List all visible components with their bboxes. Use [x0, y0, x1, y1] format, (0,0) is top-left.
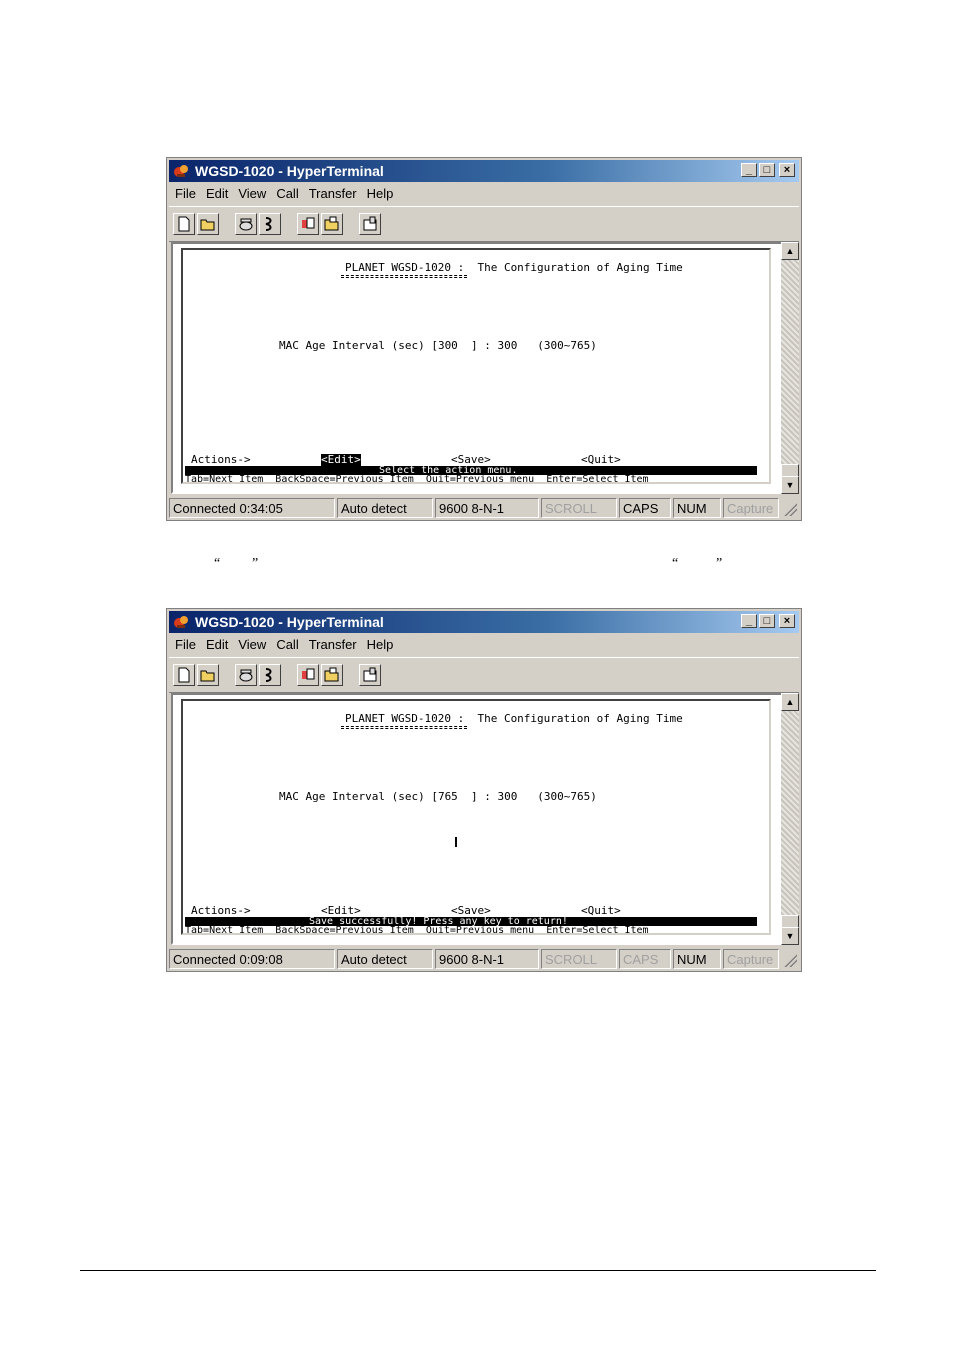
terminal-screen[interactable]: PLANET WGSD-1020 : The Configuration of …: [181, 699, 771, 935]
actions-label: Actions->: [191, 453, 251, 466]
disconnect-icon[interactable]: [259, 213, 281, 235]
menu-help[interactable]: Help: [367, 637, 394, 652]
caps-indicator: CAPS: [619, 498, 671, 518]
close-button[interactable]: ×: [779, 614, 795, 628]
terminal-frame: PLANET WGSD-1020 : The Configuration of …: [171, 242, 799, 494]
open-quote-2: “: [672, 556, 679, 571]
menu-help[interactable]: Help: [367, 186, 394, 201]
receive-file-icon[interactable]: [321, 213, 343, 235]
menu-call[interactable]: Call: [276, 637, 298, 652]
edit-action[interactable]: <Edit>: [321, 454, 361, 466]
resize-grip-icon[interactable]: [783, 953, 797, 967]
menu-file[interactable]: File: [175, 637, 196, 652]
minimize-button[interactable]: _: [741, 163, 757, 177]
window-title: WGSD-1020 - HyperTerminal: [195, 614, 384, 630]
send-file-icon[interactable]: [297, 664, 319, 686]
text-cursor-icon: [455, 837, 457, 847]
resize-grip-icon[interactable]: [783, 502, 797, 516]
close-quote-1: ”: [252, 556, 259, 571]
scroll-down-icon[interactable]: ▼: [781, 476, 799, 494]
status-bar: Connected 0:34:05 Auto detect 9600 8-N-1…: [169, 498, 799, 520]
hyperterminal-app-icon: [174, 616, 188, 628]
hyperterminal-app-icon: [174, 165, 188, 177]
call-phone-icon[interactable]: [235, 213, 257, 235]
caps-indicator: CAPS: [619, 949, 671, 969]
title-bar[interactable]: WGSD-1020 - HyperTerminal _ □ ×: [169, 160, 799, 182]
header-underline-2: [341, 728, 467, 729]
connected-time: Connected 0:09:08: [169, 949, 335, 969]
new-file-icon[interactable]: [173, 213, 195, 235]
properties-icon[interactable]: [359, 664, 381, 686]
connected-time: Connected 0:34:05: [169, 498, 335, 518]
disconnect-icon[interactable]: [259, 664, 281, 686]
header-underline: [341, 275, 467, 276]
footer-rule: [80, 1270, 876, 1271]
maximize-button[interactable]: □: [759, 614, 775, 628]
quit-action[interactable]: <Quit>: [581, 454, 621, 466]
terminal-header: PLANET WGSD-1020 : The Configuration of …: [345, 261, 683, 274]
quit-action[interactable]: <Quit>: [581, 905, 621, 917]
auto-detect: Auto detect: [337, 949, 433, 969]
hyperterminal-window-2: WGSD-1020 - HyperTerminal _ □ × File Edit…: [166, 608, 802, 972]
capture-indicator: Capture: [723, 498, 779, 518]
terminal-frame: PLANET WGSD-1020 : The Configuration of …: [171, 693, 799, 945]
menu-transfer[interactable]: Transfer: [309, 637, 357, 652]
capture-indicator: Capture: [723, 949, 779, 969]
title-bar[interactable]: WGSD-1020 - HyperTerminal _ □ ×: [169, 611, 799, 633]
new-file-icon[interactable]: [173, 664, 195, 686]
toolbar: [169, 657, 799, 693]
menu-call[interactable]: Call: [276, 186, 298, 201]
scroll-indicator: SCROLL: [541, 498, 617, 518]
call-phone-icon[interactable]: [235, 664, 257, 686]
menu-bar: File Edit View Call Transfer Help: [171, 184, 399, 204]
open-quote-1: “: [214, 556, 221, 571]
header-underline-2: [341, 277, 467, 278]
terminal-screen[interactable]: PLANET WGSD-1020 : The Configuration of …: [181, 248, 771, 484]
vertical-scrollbar[interactable]: ▲ ▼: [781, 693, 799, 945]
mac-age-interval-line: MAC Age Interval (sec) [300 ] : 300 (300…: [279, 339, 597, 352]
menu-transfer[interactable]: Transfer: [309, 186, 357, 201]
open-folder-icon[interactable]: [197, 213, 219, 235]
close-button[interactable]: ×: [779, 163, 795, 177]
menu-view[interactable]: View: [238, 637, 266, 652]
open-folder-icon[interactable]: [197, 664, 219, 686]
close-quote-2: ”: [716, 556, 723, 571]
send-file-icon[interactable]: [297, 213, 319, 235]
help-line: Tab=Next Item BackSpace=Previous Item Qu…: [185, 474, 649, 484]
menu-edit[interactable]: Edit: [206, 186, 228, 201]
mac-age-interval-line: MAC Age Interval (sec) [765 ] : 300 (300…: [279, 790, 597, 803]
port-settings: 9600 8-N-1: [435, 949, 539, 969]
window-title: WGSD-1020 - HyperTerminal: [195, 163, 384, 179]
auto-detect: Auto detect: [337, 498, 433, 518]
terminal-header: PLANET WGSD-1020 : The Configuration of …: [345, 712, 683, 725]
minimize-button[interactable]: _: [741, 614, 757, 628]
menu-file[interactable]: File: [175, 186, 196, 201]
actions-label: Actions->: [191, 904, 251, 917]
menu-edit[interactable]: Edit: [206, 637, 228, 652]
menu-view[interactable]: View: [238, 186, 266, 201]
num-indicator: NUM: [673, 949, 721, 969]
scroll-up-icon[interactable]: ▲: [781, 242, 799, 260]
scroll-up-icon[interactable]: ▲: [781, 693, 799, 711]
maximize-button[interactable]: □: [759, 163, 775, 177]
help-line: Tab=Next Item BackSpace=Previous Item Qu…: [185, 925, 649, 935]
scroll-down-icon[interactable]: ▼: [781, 927, 799, 945]
menu-bar: File Edit View Call Transfer Help: [171, 635, 399, 655]
header-underline: [341, 726, 467, 727]
hyperterminal-window-1: WGSD-1020 - HyperTerminal _ □ × File Edit…: [166, 157, 802, 521]
status-bar: Connected 0:09:08 Auto detect 9600 8-N-1…: [169, 949, 799, 971]
vertical-scrollbar[interactable]: ▲ ▼: [781, 242, 799, 494]
scroll-indicator: SCROLL: [541, 949, 617, 969]
port-settings: 9600 8-N-1: [435, 498, 539, 518]
num-indicator: NUM: [673, 498, 721, 518]
toolbar: [169, 206, 799, 242]
receive-file-icon[interactable]: [321, 664, 343, 686]
properties-icon[interactable]: [359, 213, 381, 235]
